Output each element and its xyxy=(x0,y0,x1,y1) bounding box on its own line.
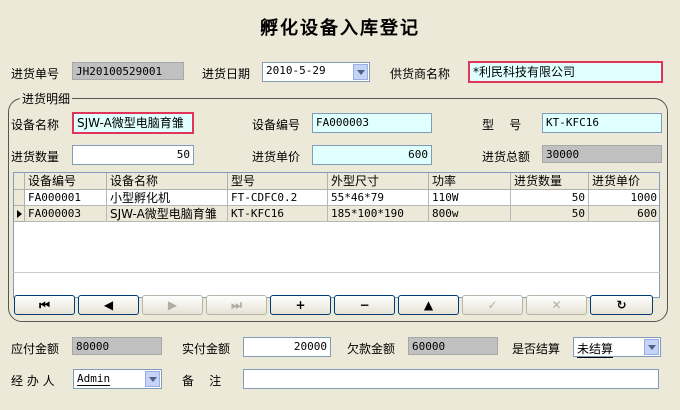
check-icon: ✓ xyxy=(487,298,498,312)
last-record-button[interactable]: ⏭ xyxy=(206,295,267,315)
grid-corner xyxy=(14,173,25,190)
column-header[interactable]: 进货数量 xyxy=(511,173,589,190)
column-header[interactable]: 功率 xyxy=(429,173,511,190)
date-picker[interactable]: 2010-5-29 xyxy=(262,62,370,82)
remark-label: 备 注 xyxy=(182,374,222,388)
edit-record-button[interactable]: ▲ xyxy=(398,295,459,315)
table-cell[interactable]: 50 xyxy=(511,206,589,222)
qty-label: 进货数量 xyxy=(11,150,60,164)
owed-label: 欠款金额 xyxy=(347,342,396,356)
settled-select[interactable]: 未结算 xyxy=(573,337,661,358)
post-record-button[interactable]: ✓ xyxy=(462,295,523,315)
payable-field: 80000 xyxy=(72,337,162,355)
settled-dropdown-button[interactable] xyxy=(644,339,659,355)
x-icon: ✕ xyxy=(551,298,562,312)
last-icon: ⏭ xyxy=(231,297,242,312)
supplier-input[interactable]: *利民科技有限公司 xyxy=(468,61,663,83)
table-cell[interactable]: FA000003 xyxy=(25,206,107,222)
row-indicator[interactable] xyxy=(14,206,25,222)
grid-divider xyxy=(13,272,660,273)
handler-label: 经 办 人 xyxy=(11,374,55,388)
next-record-button[interactable]: ▶ xyxy=(142,295,203,315)
table-cell[interactable]: 小型孵化机 xyxy=(107,190,228,206)
device-no-label: 设备编号 xyxy=(252,118,301,132)
model-label: 型 号 xyxy=(482,118,522,132)
column-header[interactable]: 型号 xyxy=(228,173,328,190)
chevron-down-icon xyxy=(647,344,656,350)
minus-icon: − xyxy=(359,298,370,312)
refresh-icon: ↻ xyxy=(616,298,627,312)
handler-select[interactable]: Admin xyxy=(73,369,162,389)
device-no-input[interactable]: FA000003 xyxy=(312,113,432,133)
device-name-label: 设备名称 xyxy=(11,118,60,132)
order-no-label: 进货单号 xyxy=(11,67,60,81)
table-cell[interactable]: 800w xyxy=(429,206,511,222)
paid-input[interactable]: 20000 xyxy=(243,337,331,357)
table-cell[interactable]: FT-CDFC0.2 xyxy=(228,190,328,206)
delete-record-button[interactable]: − xyxy=(334,295,395,315)
column-header[interactable]: 进货单价 xyxy=(589,173,659,190)
unit-price-label: 进货单价 xyxy=(252,150,301,164)
first-icon: ⏮ xyxy=(39,297,50,312)
settled-label: 是否结算 xyxy=(512,342,561,356)
table-cell[interactable]: 1000 xyxy=(589,190,659,206)
table-cell[interactable]: 50 xyxy=(511,190,589,206)
refresh-button[interactable]: ↻ xyxy=(590,295,653,315)
prev-icon: ◀ xyxy=(103,298,114,312)
model-input[interactable]: KT-KFC16 xyxy=(542,113,662,133)
cancel-record-button[interactable]: ✕ xyxy=(526,295,587,315)
up-triangle-icon: ▲ xyxy=(423,298,434,312)
unit-price-input[interactable]: 600 xyxy=(312,145,432,165)
add-record-button[interactable]: + xyxy=(270,295,331,315)
payable-label: 应付金额 xyxy=(11,342,60,356)
table-cell[interactable]: KT-KFC16 xyxy=(228,206,328,222)
table-cell[interactable]: FA000001 xyxy=(25,190,107,206)
first-record-button[interactable]: ⏮ xyxy=(14,295,75,315)
paid-label: 实付金额 xyxy=(182,342,231,356)
table-cell[interactable]: SJW-A微型电脑育雏 xyxy=(107,206,228,222)
total-field: 30000 xyxy=(542,145,662,163)
date-label: 进货日期 xyxy=(202,67,251,81)
device-name-input[interactable]: SJW-A微型电脑育雏 xyxy=(72,112,194,134)
detail-grid[interactable]: 设备编号 设备名称 型号 外型尺寸 功率 进货数量 进货单价 FA000001 … xyxy=(13,172,660,298)
column-header[interactable]: 外型尺寸 xyxy=(328,173,429,190)
order-no-field: JH20100529001 xyxy=(72,62,184,80)
owed-field: 60000 xyxy=(408,337,498,355)
prev-record-button[interactable]: ◀ xyxy=(78,295,139,315)
supplier-label: 供货商名称 xyxy=(390,67,451,81)
current-row-icon xyxy=(17,210,22,218)
date-value: 2010-5-29 xyxy=(266,64,326,77)
table-cell[interactable]: 600 xyxy=(589,206,659,222)
row-indicator[interactable] xyxy=(14,190,25,206)
settled-value: 未结算 xyxy=(577,342,614,358)
qty-input[interactable]: 50 xyxy=(72,145,194,165)
page-title: 孵化设备入库登记 xyxy=(260,18,420,39)
table-cell[interactable]: 110W xyxy=(429,190,511,206)
column-header[interactable]: 设备编号 xyxy=(25,173,107,190)
handler-dropdown-button[interactable] xyxy=(145,371,160,387)
next-icon: ▶ xyxy=(167,298,178,312)
total-label: 进货总额 xyxy=(482,150,531,164)
column-header[interactable]: 设备名称 xyxy=(107,173,228,190)
chevron-down-icon xyxy=(356,69,365,75)
table-cell[interactable]: 185*100*190 xyxy=(328,206,429,222)
chevron-down-icon xyxy=(148,376,157,382)
detail-group-title: 进货明细 xyxy=(20,90,73,107)
remark-input[interactable] xyxy=(243,369,659,389)
handler-value: Admin xyxy=(77,372,111,386)
date-dropdown-button[interactable] xyxy=(353,64,368,80)
db-navigator: ⏮ ◀ ▶ ⏭ + − ▲ ✓ ✕ ↻ xyxy=(14,295,659,316)
plus-icon: + xyxy=(295,298,306,312)
table-cell[interactable]: 55*46*79 xyxy=(328,190,429,206)
